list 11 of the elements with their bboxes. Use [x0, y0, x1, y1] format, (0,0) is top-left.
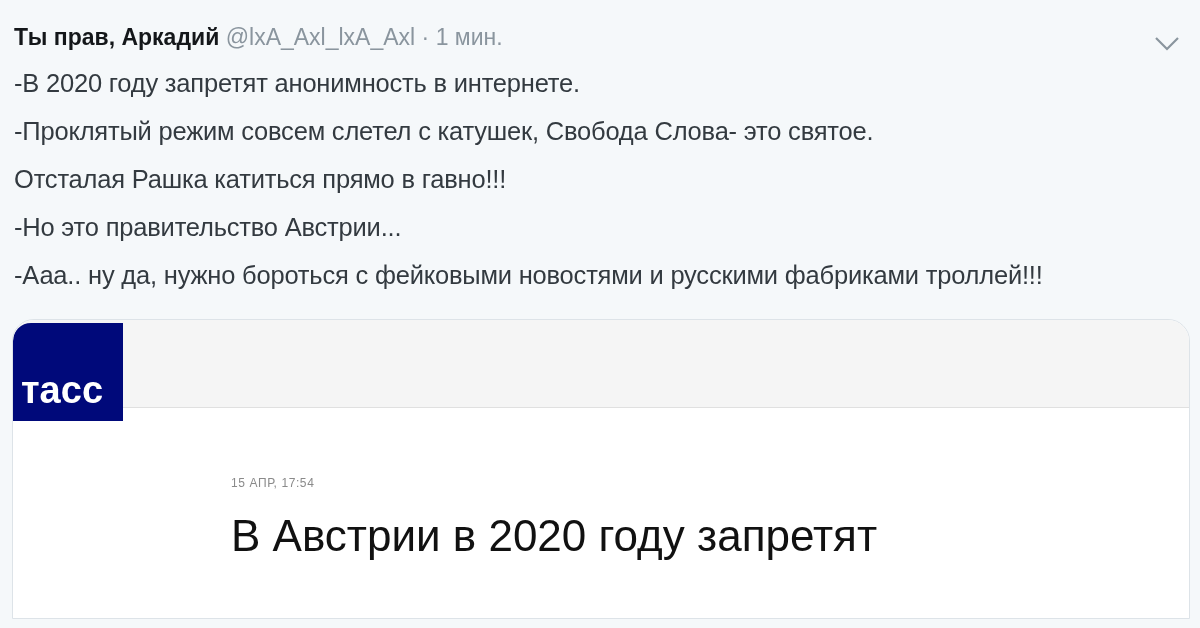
author-name[interactable]: Ты прав, Аркадий: [14, 24, 220, 50]
link-card[interactable]: тасс 15 АПР, 17:54 В Австрии в 2020 году запретят: [12, 319, 1190, 619]
tweet-text-line: -Но это правительство Австрии...: [14, 212, 403, 243]
tweet-text-line: -Ааа.. ну да, нужно бороться с фейковыми новостями и русскими фабриками троллей!!!: [14, 260, 1044, 291]
tweet-text-line: -В 2020 году запретят анонимность в интернете.: [14, 68, 581, 99]
article-date: 15 АПР, 17:54: [231, 475, 316, 492]
tweet-text-line: -Проклятый режим совсем слетел с катушек, Свобода Слова- это святое.: [14, 116, 875, 147]
article-headline: В Австрии в 2020 году запретят: [231, 510, 879, 562]
chevron-down-icon[interactable]: [1154, 36, 1180, 52]
news-agency-logo: тасс: [13, 323, 123, 421]
tweet-text-line: Отсталая Рашка катиться прямо в гавно!!!: [14, 164, 508, 195]
